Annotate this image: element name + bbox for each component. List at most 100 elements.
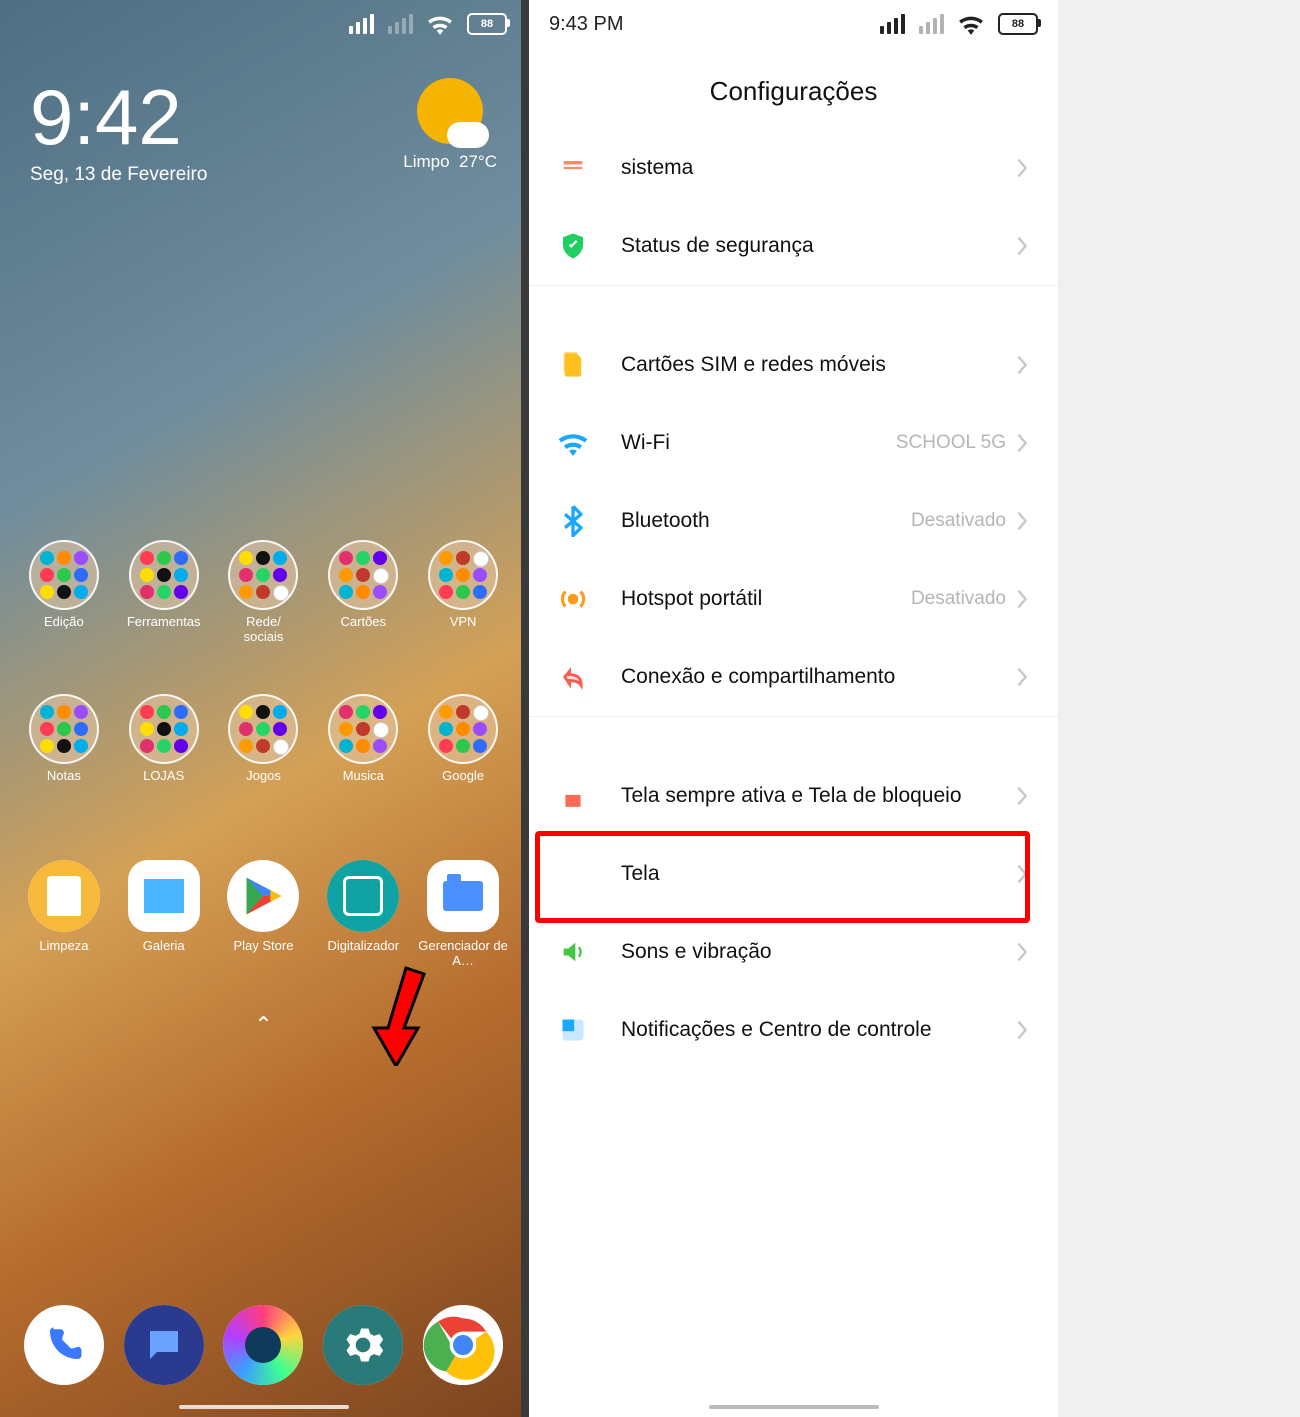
row-value: Desativado [911,588,1006,610]
folder-label: Google [442,768,484,783]
chevron-right-icon [1016,510,1028,532]
folder-icon [328,540,398,610]
app-digitalizador[interactable]: Digitalizador [313,860,413,968]
chevron-right-icon [1016,157,1028,179]
folder-vpn[interactable]: VPN [413,540,513,656]
folder-icon [129,694,199,764]
settings-row-shield[interactable]: Status de segurança [529,207,1058,285]
settings-screen: 9:43 PM 88 Configurações sistema Status d… [521,0,1058,1417]
folder-label: Edição [44,614,84,629]
row-label: Notificações e Centro de controle [621,1006,1016,1054]
weather-widget[interactable]: Limpo 27°C [403,78,497,172]
settings-row-hotspot[interactable]: Hotspot portátilDesativado [529,560,1058,638]
folder-label: Ferramentas [127,614,201,629]
chevron-right-icon [1016,354,1028,376]
signal-2-icon [388,14,413,34]
bt-icon [553,501,593,541]
page-title: Configurações [529,48,1058,129]
chevron-right-icon [1016,941,1028,963]
settings-row-lock[interactable]: Tela sempre ativa e Tela de bloqueio [529,757,1058,835]
wifi-icon [427,13,453,35]
chevron-right-icon [1016,785,1028,807]
home-indicator[interactable] [709,1405,879,1409]
chevron-right-icon [1016,1019,1028,1041]
app-play-store[interactable]: Play Store [214,860,314,968]
hotspot-icon [553,579,593,619]
folder-edição[interactable]: Edição [14,540,114,656]
dock-phone[interactable] [14,1305,114,1391]
row-label: Conexão e compartilhamento [621,653,1016,701]
notif-icon [553,1010,593,1050]
app-label: Limpeza [16,938,112,953]
folder-notas[interactable]: Notas [14,694,114,810]
dock-messages[interactable] [114,1305,214,1391]
chevron-right-icon [1016,432,1028,454]
row-label: Hotspot portátil [621,575,911,623]
dock-chrome[interactable] [413,1305,513,1391]
folder-cartões[interactable]: Cartões [313,540,413,656]
clock-widget[interactable]: 9:42 Seg, 13 de Fevereiro Limpo 27°C [0,48,527,196]
app-label: Digitalizador [315,938,411,953]
folder-label: Rede/ sociais [244,614,284,644]
settings-row-notif[interactable]: Notificações e Centro de controle [529,991,1058,1069]
settings-row-bt[interactable]: BluetoothDesativado [529,482,1058,560]
weather-sun-icon [417,78,483,144]
settings-row-system[interactable]: sistema [529,129,1058,207]
folder-jogos[interactable]: Jogos [214,694,314,810]
folder-icon [29,694,99,764]
row-label: Cartões SIM e redes móveis [621,341,1016,389]
home-indicator[interactable] [179,1405,349,1409]
status-time: 9:43 PM [549,13,623,36]
folder-ferramentas[interactable]: Ferramentas [114,540,214,656]
lock-icon [553,776,593,816]
battery-level: 88 [998,13,1038,35]
folder-icon [428,540,498,610]
messages-icon [124,1305,204,1385]
folder-label: Notas [47,768,81,783]
app-galeria[interactable]: Galeria [114,860,214,968]
group-separator [529,716,1058,757]
row-label: Tela sempre ativa e Tela de bloqueio [621,772,1016,820]
folder-musica[interactable]: Musica [313,694,413,810]
settings-icon [323,1305,403,1385]
app-limpeza[interactable]: Limpeza [14,860,114,968]
status-bar-right: 9:43 PM 88 [529,0,1058,48]
row-label: Tela [621,850,1016,898]
shield-icon [553,226,593,266]
battery-icon: 88 [467,13,507,35]
settings-row-share[interactable]: Conexão e compartilhamento [529,638,1058,716]
app-icon [327,860,399,932]
battery-level: 88 [467,13,507,35]
dock-settings[interactable] [313,1305,413,1391]
dock-browser[interactable] [214,1305,314,1391]
settings-row-sim[interactable]: Cartões SIM e redes móveis [529,326,1058,404]
folder-label: Jogos [246,768,281,783]
sun-icon [553,854,593,894]
wifi-icon [553,423,593,463]
row-label: Bluetooth [621,497,911,545]
folder-rede-sociais[interactable]: Rede/ sociais [214,540,314,656]
row-label: Wi-Fi [621,419,896,467]
drawer-handle-icon[interactable]: ⌃ [0,1012,527,1038]
chevron-right-icon [1016,588,1028,610]
settings-row-sun[interactable]: Tela [529,835,1058,913]
sound-icon [553,932,593,972]
wifi-icon [958,13,984,35]
settings-row-sound[interactable]: Sons e vibração [529,913,1058,991]
row-value: Desativado [911,510,1006,532]
folder-lojas[interactable]: LOJAS [114,694,214,810]
chevron-right-icon [1016,235,1028,257]
folder-icon [428,694,498,764]
row-label: sistema [621,144,1016,192]
folder-google[interactable]: Google [413,694,513,810]
app-label: Galeria [116,938,212,953]
tutorial-arrow-icon [366,966,426,1066]
chevron-right-icon [1016,666,1028,688]
row-label: Sons e vibração [621,928,1016,976]
app-label: Gerenciador de A… [415,938,511,968]
sim-icon [553,345,593,385]
phone-icon [24,1305,104,1385]
settings-row-wifi[interactable]: Wi-FiSCHOOL 5G [529,404,1058,482]
folder-icon [228,540,298,610]
app-gerenciador-de-a-[interactable]: Gerenciador de A… [413,860,513,968]
